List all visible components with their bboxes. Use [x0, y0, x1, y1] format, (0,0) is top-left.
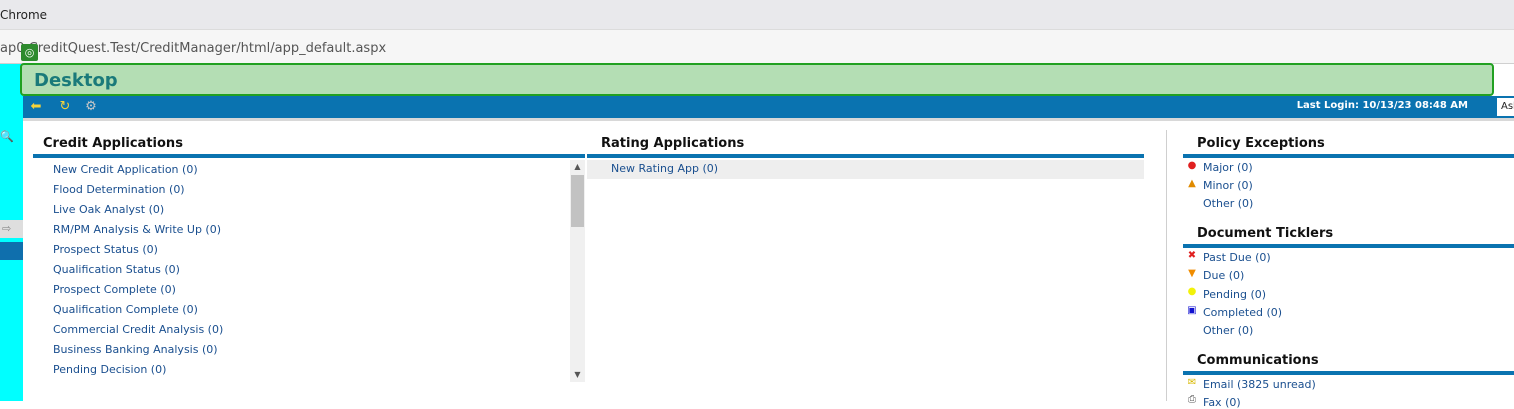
credit-application-item[interactable]: New Credit Application (0)	[53, 163, 198, 176]
policy-exceptions-divider	[1183, 154, 1514, 158]
user-field[interactable]: Ashley .	[1497, 98, 1514, 116]
credit-applications-title: Credit Applications	[43, 136, 183, 151]
envelope-icon: ✉	[1187, 377, 1197, 388]
toolbar: ⬅ ↻ ⚙ Last Login: 10/13/23 08:48 AM Ashl…	[23, 96, 1514, 118]
credit-application-item[interactable]: Business Banking Analysis (0)	[53, 343, 218, 356]
binoculars-icon[interactable]: 🔍	[0, 130, 23, 147]
communications-email-link[interactable]: Email (3825 unread)	[1203, 378, 1316, 391]
policy-exceptions-title: Policy Exceptions	[1197, 136, 1325, 151]
page-title: Desktop	[34, 70, 118, 91]
tickler-past-due-link[interactable]: Past Due (0)	[1203, 251, 1271, 264]
strip-arrow-icon[interactable]: ⇨	[0, 220, 23, 238]
credit-application-item[interactable]: Prospect Complete (0)	[53, 283, 176, 296]
refresh-icon[interactable]: ↻	[57, 99, 73, 115]
tickler-completed-link[interactable]: Completed (0)	[1203, 306, 1282, 319]
orange-down-triangle-icon: ▼	[1188, 268, 1196, 279]
tickler-due-link[interactable]: Due (0)	[1203, 269, 1244, 282]
url-text[interactable]: ap0 CreditQuest.Test/CreditManager/html/…	[0, 41, 386, 56]
tools-icon[interactable]: ⚙	[83, 99, 99, 115]
credit-application-item[interactable]: RM/PM Analysis & Write Up (0)	[53, 223, 221, 236]
red-x-icon: ✖	[1187, 250, 1197, 261]
communications-title: Communications	[1197, 353, 1319, 368]
left-nav-strip: 🔍 ⇨	[0, 64, 23, 401]
communications-divider	[1183, 371, 1514, 375]
yellow-circle-icon: ●	[1187, 286, 1197, 297]
policy-minor-link[interactable]: Minor (0)	[1203, 179, 1253, 192]
strip-selected-item[interactable]	[0, 242, 23, 260]
scroll-down-icon[interactable]: ▼	[570, 368, 585, 382]
credit-application-item[interactable]: Flood Determination (0)	[53, 183, 185, 196]
rating-applications-title: Rating Applications	[601, 136, 745, 151]
fax-icon: ⎙	[1188, 394, 1196, 405]
policy-major-link[interactable]: Major (0)	[1203, 161, 1253, 174]
gear-icon[interactable]: ◎	[21, 44, 38, 61]
red-circle-icon: ●	[1187, 160, 1197, 171]
panel-divider	[1166, 130, 1167, 401]
tickler-pending-link[interactable]: Pending (0)	[1203, 288, 1266, 301]
scroll-thumb[interactable]	[571, 175, 584, 227]
document-ticklers-divider	[1183, 244, 1514, 248]
credit-application-item[interactable]: Pending Decision (0)	[53, 363, 166, 376]
address-bar[interactable]: ap0 CreditQuest.Test/CreditManager/html/…	[0, 30, 1514, 64]
orange-triangle-icon: ▲	[1188, 178, 1196, 189]
scroll-up-icon[interactable]: ▲	[570, 160, 585, 174]
credit-application-item[interactable]: Commercial Credit Analysis (0)	[53, 323, 223, 336]
browser-titlebar: Chrome	[0, 0, 1514, 30]
credit-application-item[interactable]: Qualification Status (0)	[53, 263, 180, 276]
toolbar-shadow	[23, 118, 1514, 121]
rating-applications-divider	[587, 154, 1144, 158]
last-login-text: Last Login: 10/13/23 08:48 AM	[1296, 100, 1468, 111]
credit-application-item[interactable]: Qualification Complete (0)	[53, 303, 198, 316]
document-ticklers-title: Document Ticklers	[1197, 226, 1334, 241]
blue-square-icon: ▣	[1187, 305, 1197, 316]
credit-applications-divider	[33, 154, 585, 158]
browser-title: Chrome	[0, 8, 48, 22]
credit-application-item[interactable]: Prospect Status (0)	[53, 243, 158, 256]
credit-application-item[interactable]: Live Oak Analyst (0)	[53, 203, 164, 216]
rating-item[interactable]: New Rating App (0)	[611, 162, 718, 175]
back-icon[interactable]: ⬅	[28, 99, 44, 115]
communications-fax-link[interactable]: Fax (0)	[1203, 396, 1241, 409]
desktop-banner: Desktop	[20, 63, 1494, 96]
policy-other-link[interactable]: Other (0)	[1203, 197, 1253, 210]
tickler-other-link[interactable]: Other (0)	[1203, 324, 1253, 337]
credit-list-scrollbar[interactable]: ▲ ▼	[570, 160, 585, 382]
